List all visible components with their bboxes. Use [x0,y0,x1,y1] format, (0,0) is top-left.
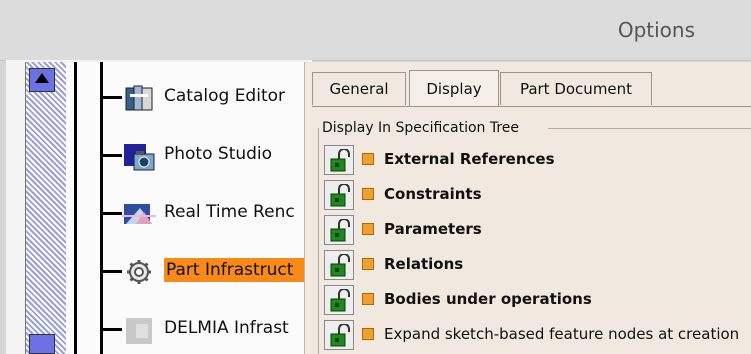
window-titlebar: Options [0,0,751,61]
tab-part-document[interactable]: Part Document [500,72,652,105]
option-bodies-under-operations[interactable]: Bodies under operations [324,285,751,315]
option-label: Constraints [384,185,482,203]
option-bullet-icon [362,188,374,200]
tab-divider [312,106,751,107]
option-bullet-icon [362,153,374,165]
catalog-editor-icon [122,82,156,114]
tree-connector [74,62,77,354]
unlock-icon [330,149,350,172]
real-time-rendering-icon [122,198,156,230]
window-title: Options [617,18,695,42]
tree-item-label: Photo Studio [164,144,273,164]
unlock-icon [330,289,350,312]
tree-connector [100,62,103,354]
option-bullet-icon [362,258,374,270]
option-label: Expand sketch-based feature nodes at cre… [384,325,740,343]
tab-display[interactable]: Display [409,70,499,107]
tree-item-label: Real Time Renc [164,202,295,222]
option-label: External References [384,150,555,168]
arrow-up-icon [35,73,49,83]
photo-studio-icon [122,140,156,172]
unlock-icon [330,184,350,207]
scroll-up-button[interactable] [29,68,55,92]
unlock-icon [330,324,350,347]
option-expand-sketch-nodes[interactable]: Expand sketch-based feature nodes at cre… [324,320,751,350]
lock-button[interactable] [324,320,354,350]
lock-button[interactable] [324,285,354,315]
option-label: Bodies under operations [384,290,592,308]
option-label: Parameters [384,220,482,238]
option-bullet-icon [362,223,374,235]
lock-button[interactable] [324,215,354,245]
unlock-icon [330,219,350,242]
option-bullet-icon [362,293,374,305]
lock-button[interactable] [324,250,354,280]
section-title: Display In Specification Tree [322,120,520,136]
tab-general[interactable]: General [312,72,406,105]
delmia-infrastructure-icon [122,314,156,346]
tree-item-label: Part Infrastruct [164,258,306,282]
scrollbar-thumb[interactable] [29,334,55,354]
tree-item-label: DELMIA Infrast [164,318,289,338]
tree-scrollbar[interactable] [25,62,67,354]
option-constraints[interactable]: Constraints [324,180,751,210]
option-label: Relations [384,255,464,273]
option-parameters[interactable]: Parameters [324,215,751,245]
gear-icon [122,256,156,288]
lock-button[interactable] [324,180,354,210]
option-relations[interactable]: Relations [324,250,751,280]
lock-button[interactable] [324,145,354,175]
tree-item-label: Catalog Editor [164,86,286,106]
option-external-references[interactable]: External References [324,145,751,175]
unlock-icon [330,254,350,277]
option-bullet-icon [362,328,374,340]
